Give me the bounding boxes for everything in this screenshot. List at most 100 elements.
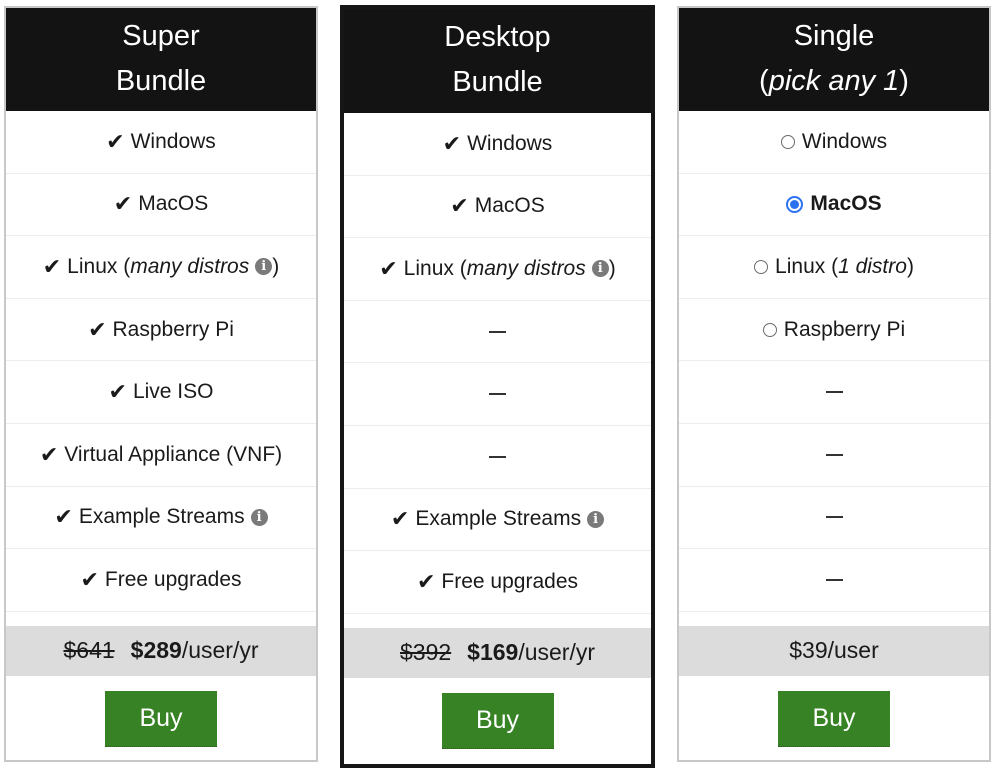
- checkmark-icon: ✔: [450, 193, 469, 219]
- plan-title-line2: Bundle: [452, 66, 543, 98]
- price: $39/user: [789, 637, 879, 664]
- feature-label: MacOS: [138, 192, 209, 216]
- feature-label: Raspberry Pi: [783, 317, 906, 341]
- price-unit: /user/yr: [181, 637, 259, 664]
- info-icon[interactable]: i: [250, 508, 268, 526]
- checkmark-icon: ✔: [379, 255, 398, 281]
- price-unit: /user/yr: [518, 639, 596, 666]
- feature-row: ✔ Virtual Appliance (VNF): [6, 424, 316, 487]
- checkmark-icon: ✔: [80, 566, 99, 592]
- plan-card-single: Single (pick any 1) Windows MacOS Linux (1…: [677, 6, 991, 762]
- checkmark-icon: ✔: [39, 441, 59, 467]
- feature-row: ✔ Windows: [6, 111, 316, 174]
- price-bar: $39/user: [679, 625, 989, 676]
- checkmark-icon: ✔: [42, 253, 62, 279]
- price-bar: $641 $289 /user/yr: [6, 625, 316, 676]
- not-included-dash-icon: [825, 516, 843, 519]
- plan-title-line1: Super: [122, 20, 200, 52]
- feature-note: many distros: [130, 254, 250, 278]
- feature-label: Linux (: [403, 256, 467, 280]
- feature-list: Windows MacOS Linux (1 distro) Raspberry Pi: [679, 111, 989, 612]
- feature-label-suffix: ): [608, 256, 616, 280]
- feature-row: ✔ Raspberry Pi: [6, 299, 316, 362]
- radio-button[interactable]: [754, 259, 769, 274]
- feature-label: Windows: [130, 129, 216, 153]
- feature-row: [679, 424, 989, 487]
- feature-row: ✔ MacOS: [344, 176, 651, 239]
- feature-row: ✔ Free upgrades: [344, 551, 651, 614]
- info-icon[interactable]: i: [591, 260, 609, 278]
- feature-row: ✔ Example Streams i: [344, 489, 651, 552]
- not-included-dash-icon: [825, 578, 843, 581]
- feature-row[interactable]: Windows: [679, 111, 989, 174]
- plan-title-line2: Bundle: [115, 65, 207, 97]
- feature-label: Free upgrades: [441, 569, 579, 593]
- not-included-dash-icon: [489, 455, 506, 458]
- plan-header: Single (pick any 1): [679, 8, 989, 111]
- plan-card-super-bundle: Super Bundle ✔ Windows ✔ MacOS ✔ Linux (many …: [4, 6, 318, 762]
- feature-label: MacOS: [810, 192, 882, 216]
- radio-button[interactable]: [786, 195, 804, 213]
- plan-title-line1: Single: [793, 20, 875, 52]
- feature-row: ✔ Example Streams i: [6, 487, 316, 550]
- title-paren-close: ): [899, 65, 909, 97]
- feature-label-suffix: ): [906, 254, 914, 278]
- feature-label: Windows: [801, 129, 888, 153]
- feature-note: many distros: [466, 256, 586, 280]
- checkmark-icon: ✔: [106, 128, 125, 154]
- not-included-dash-icon: [489, 330, 506, 333]
- feature-label: Live ISO: [132, 380, 214, 404]
- sale-price: $289: [130, 637, 182, 664]
- feature-row: [679, 549, 989, 612]
- feature-label: Example Streams: [415, 507, 582, 531]
- checkmark-icon: ✔: [390, 506, 410, 532]
- plan-card-desktop-bundle: Desktop Bundle ✔ Windows ✔ MacOS ✔ Linux (man…: [340, 5, 655, 768]
- feature-row: ✔ Free upgrades: [6, 549, 316, 612]
- feature-row: ✔ Linux (many distros i): [344, 238, 651, 301]
- plan-header: Super Bundle: [6, 8, 316, 111]
- feature-row: [679, 361, 989, 424]
- radio-button[interactable]: [780, 134, 795, 149]
- title-italic: pick any 1: [768, 65, 900, 97]
- not-included-dash-icon: [825, 391, 843, 394]
- feature-label: Virtual Appliance (VNF): [64, 442, 283, 466]
- feature-note: 1 distro: [838, 254, 907, 278]
- feature-label: Free upgrades: [104, 567, 242, 591]
- plan-title-line1: Desktop: [444, 21, 551, 53]
- feature-list: ✔ Windows ✔ MacOS ✔ Linux (many distros i) ✔ Exa…: [344, 113, 651, 614]
- feature-row: [344, 426, 651, 489]
- feature-row[interactable]: Raspberry Pi: [679, 299, 989, 362]
- feature-row[interactable]: MacOS: [679, 174, 989, 237]
- sale-price: $169: [467, 639, 519, 666]
- original-price: $392: [399, 639, 452, 666]
- feature-label: Linux (: [67, 254, 131, 278]
- feature-row: ✔ Live ISO: [6, 361, 316, 424]
- buy-button-super-bundle[interactable]: Buy: [105, 690, 217, 747]
- checkmark-icon: ✔: [442, 130, 462, 156]
- price-bar: $392 $169 /user/yr: [344, 627, 651, 678]
- info-icon[interactable]: i: [255, 258, 273, 276]
- feature-label: Windows: [467, 131, 553, 155]
- feature-row: ✔ Windows: [344, 113, 651, 176]
- original-price: $641: [63, 637, 115, 664]
- feature-row: ✔ Linux (many distros i): [6, 236, 316, 299]
- feature-row[interactable]: Linux (1 distro): [679, 236, 989, 299]
- checkmark-icon: ✔: [416, 568, 436, 594]
- buy-button-desktop-bundle[interactable]: Buy: [441, 692, 554, 749]
- not-included-dash-icon: [825, 453, 843, 456]
- plan-header: Desktop Bundle: [344, 9, 651, 113]
- feature-row: ✔ MacOS: [6, 174, 316, 237]
- title-paren-open: (: [759, 65, 769, 97]
- feature-row: [679, 487, 989, 550]
- not-included-dash-icon: [489, 393, 506, 396]
- info-icon[interactable]: i: [587, 510, 605, 528]
- checkmark-icon: ✔: [88, 316, 107, 342]
- feature-label: MacOS: [474, 194, 545, 218]
- feature-label: Raspberry Pi: [112, 317, 234, 341]
- checkmark-icon: ✔: [108, 379, 127, 405]
- plan-title-line2: (pick any 1): [679, 59, 989, 104]
- feature-row: [344, 363, 651, 426]
- checkmark-icon: ✔: [113, 191, 133, 217]
- buy-button-single[interactable]: Buy: [778, 690, 890, 747]
- radio-button[interactable]: [762, 322, 777, 337]
